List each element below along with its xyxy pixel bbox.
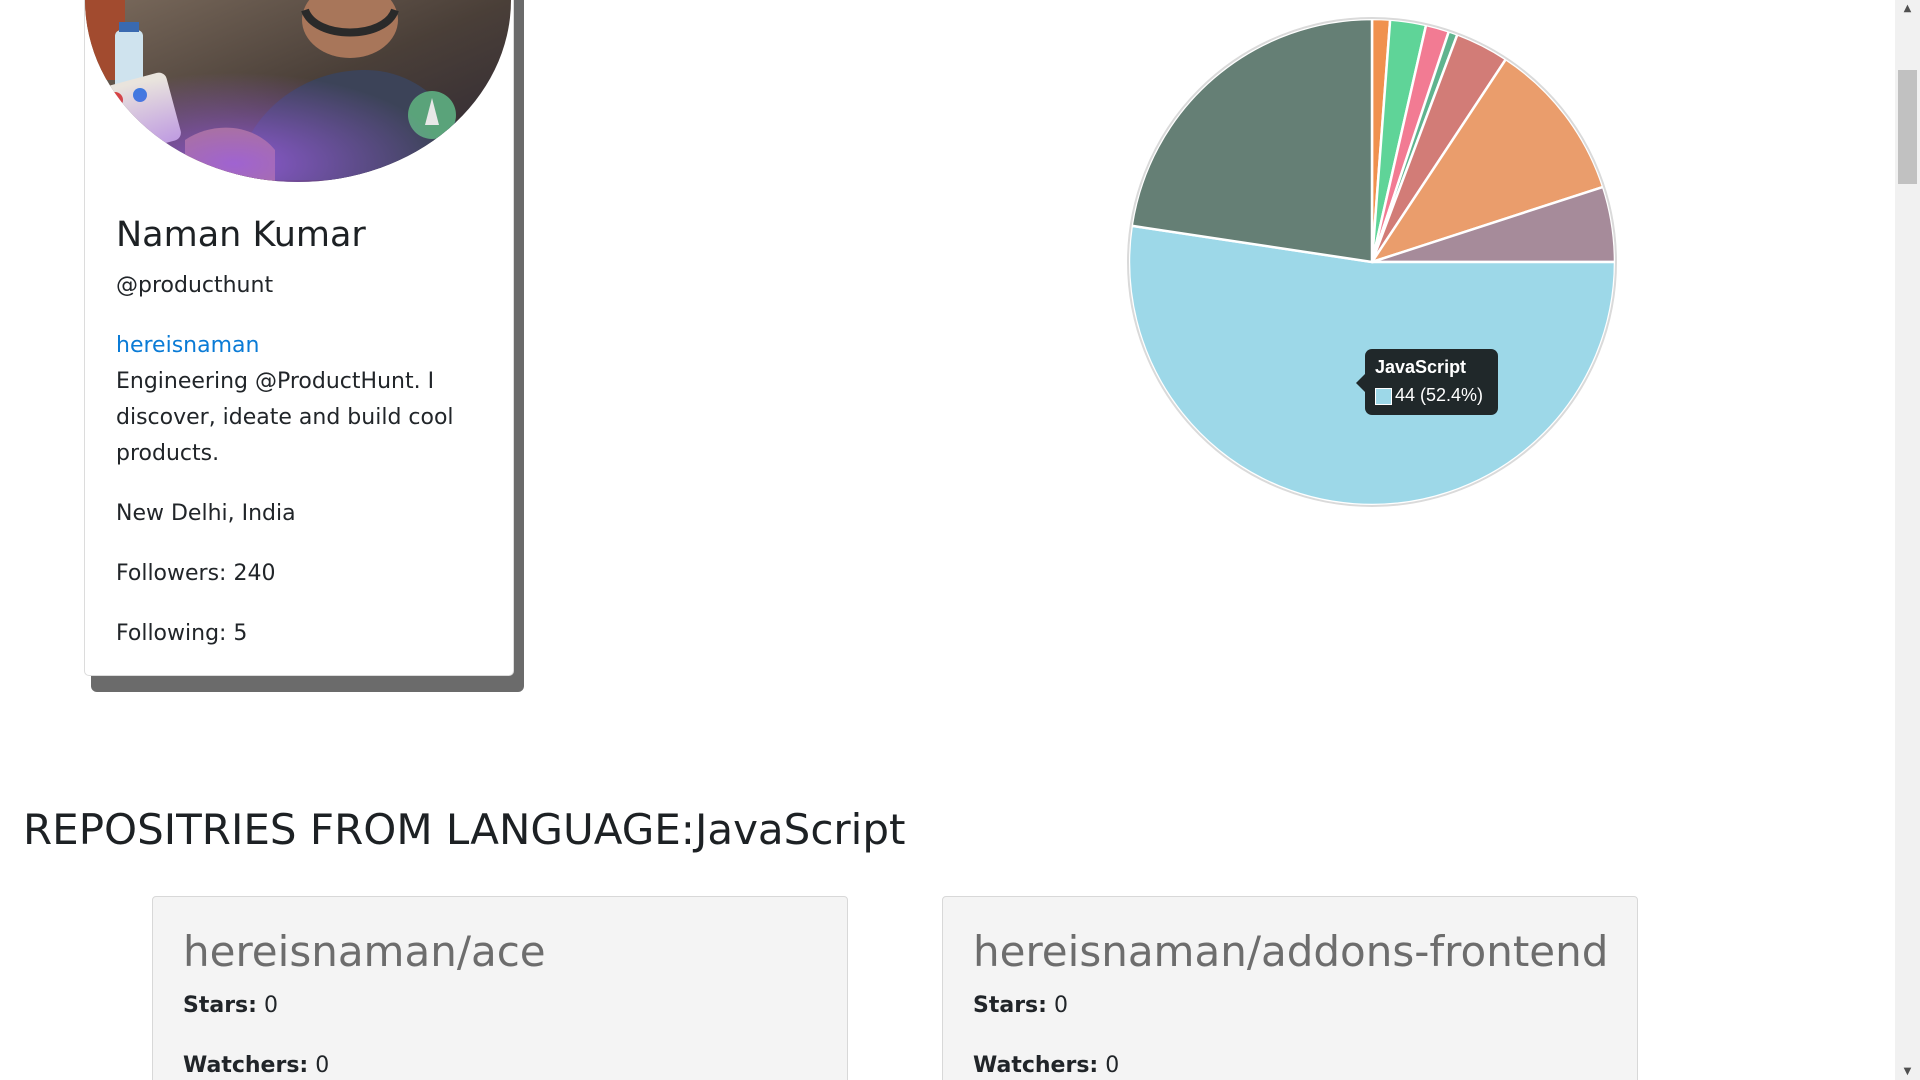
profile-bio: Engineering @ProductHunt. I discover, id… (116, 369, 454, 466)
repo-watchers: Watchers: 0 (183, 1053, 329, 1078)
stars-value: 0 (1053, 993, 1068, 1018)
profile-following: Following: 5 (116, 621, 248, 646)
profile-location: New Delhi, India (116, 501, 296, 526)
watchers-label: Watchers: (183, 1053, 309, 1078)
repo-title[interactable]: hereisnaman/ace (183, 927, 546, 976)
repo-watchers: Watchers: 0 (973, 1053, 1119, 1078)
avatar-photo (85, 0, 511, 182)
vertical-scrollbar[interactable]: ▲ ▼ (1895, 0, 1920, 1080)
triangle-up-icon[interactable]: ▲ (1895, 0, 1920, 17)
repo-title[interactable]: hereisnaman/addons-frontend (973, 927, 1608, 976)
page: Naman Kumar @producthunt hereisnaman Eng… (0, 0, 1895, 1080)
avatar (85, 0, 511, 182)
tooltip-color-swatch (1375, 388, 1392, 405)
repo-card[interactable]: hereisnaman/ace Stars: 0 Watchers: 0 (152, 896, 848, 1080)
triangle-down-icon[interactable]: ▼ (1895, 1063, 1920, 1080)
repo-card[interactable]: hereisnaman/addons-frontend Stars: 0 Wat… (942, 896, 1638, 1080)
pie-svg (1127, 17, 1617, 507)
stars-label: Stars: (183, 993, 257, 1018)
profile-link[interactable]: hereisnaman (116, 328, 486, 364)
repo-stars: Stars: 0 (973, 993, 1068, 1018)
profile-handle: @producthunt (116, 273, 274, 298)
chart-tooltip: JavaScript 44 (52.4%) (1356, 349, 1498, 415)
section-heading: REPOSITRIES FROM LANGUAGE:JavaScript (23, 805, 906, 854)
stars-value: 0 (263, 993, 278, 1018)
watchers-label: Watchers: (973, 1053, 1099, 1078)
language-pie-chart[interactable] (1100, 0, 1660, 530)
tooltip-label: JavaScript (1375, 357, 1467, 377)
profile-card: Naman Kumar @producthunt hereisnaman Eng… (84, 0, 514, 676)
scrollbar-thumb[interactable] (1898, 70, 1917, 184)
watchers-value: 0 (1105, 1053, 1120, 1078)
tooltip-value: 44 (52.4%) (1395, 385, 1484, 405)
watchers-value: 0 (315, 1053, 330, 1078)
profile-followers: Followers: 240 (116, 561, 276, 586)
stars-label: Stars: (973, 993, 1047, 1018)
profile-name: Naman Kumar (116, 215, 366, 255)
pie-slice[interactable] (1130, 17, 1374, 264)
profile-details: Naman Kumar @producthunt hereisnaman Eng… (116, 208, 486, 652)
repo-stars: Stars: 0 (183, 993, 278, 1018)
